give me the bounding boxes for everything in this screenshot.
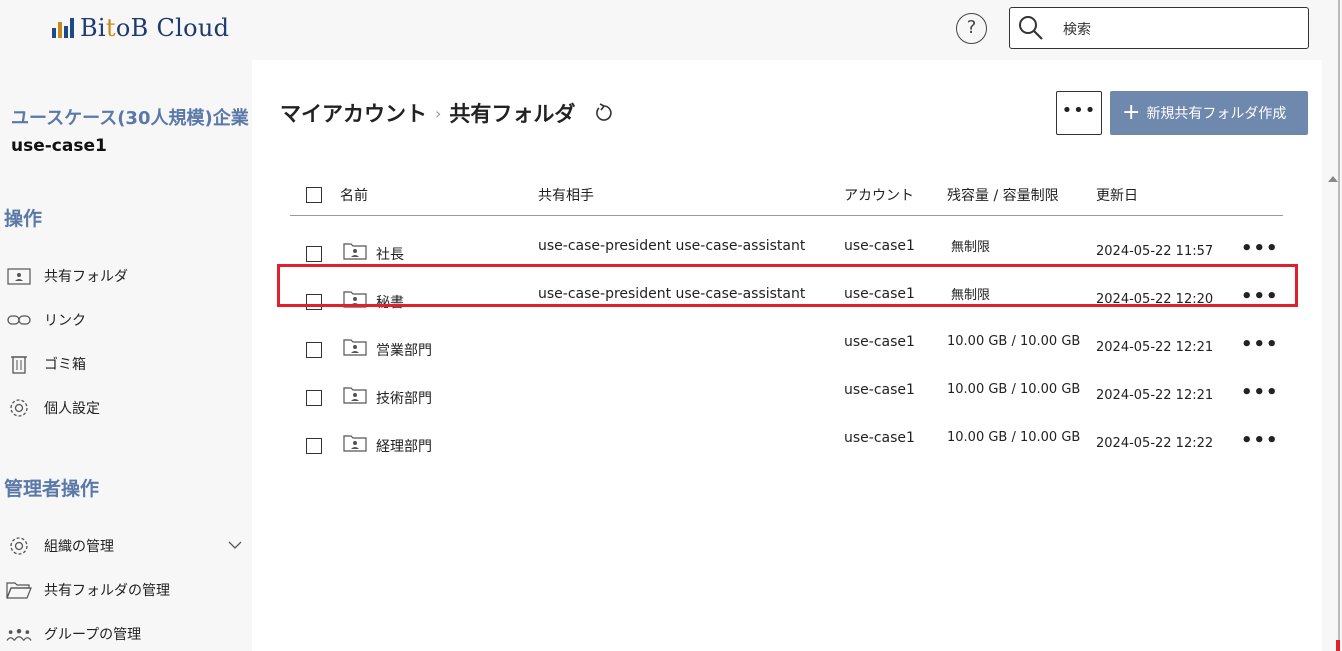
sidebar-item-shared-folder-management[interactable]: 共有フォルダの管理	[6, 577, 246, 603]
shared-with: use-case-president use-case-assistant	[538, 286, 806, 302]
quota-cell: 10.00 GB / 10.00 GB	[947, 382, 1081, 397]
row-checkbox[interactable]	[306, 246, 322, 262]
account-cell: use-case1	[844, 334, 915, 350]
row-more-options-button[interactable]: •••	[1241, 286, 1279, 307]
folder-name[interactable]: 技術部門	[376, 388, 432, 408]
search-icon	[1019, 16, 1043, 40]
breadcrumb-separator: ›	[435, 103, 442, 123]
new-shared-folder-button[interactable]: + 新規共有フォルダ作成	[1110, 91, 1308, 135]
new-shared-folder-label: 新規共有フォルダ作成	[1146, 106, 1287, 122]
sidebar-item-org-management[interactable]: 組織の管理	[6, 533, 246, 559]
page-title: 共有フォルダ	[449, 102, 576, 126]
main-content: マイアカウント › 共有フォルダ ••• + 新規共有フォルダ作成 名前 共有相…	[252, 60, 1330, 651]
edge-marker	[1336, 640, 1340, 651]
sidebar: ユースケース(30人規模)企業 use-case1 操作 共有フォルダ リンク …	[0, 60, 252, 651]
chevron-down-icon[interactable]	[228, 538, 242, 552]
account-cell: use-case1	[844, 430, 915, 446]
folder-open-icon	[6, 579, 32, 601]
table-row[interactable]: 経理部門 use-case1 10.00 GB / 10.00 GB 2024-05-…	[290, 420, 1283, 468]
column-header-quota[interactable]: 残容量 / 容量制限	[947, 185, 1059, 205]
folder-name[interactable]: 秘書	[376, 292, 404, 312]
trash-icon	[6, 353, 32, 375]
window-edge	[1338, 0, 1340, 651]
quota-cell: 10.00 GB / 10.00 GB	[947, 334, 1081, 349]
updated-cell: 2024-05-22 12:20	[1096, 292, 1214, 307]
quota-cell: 10.00 GB / 10.00 GB	[947, 430, 1081, 445]
table-header: 名前 共有相手 アカウント 残容量 / 容量制限 更新日	[290, 170, 1283, 216]
plus-icon: +	[1122, 100, 1141, 125]
folder-name[interactable]: 営業部門	[376, 340, 432, 360]
search-box[interactable]: 検索	[1009, 7, 1309, 49]
row-more-options-button[interactable]: •••	[1241, 334, 1279, 355]
sidebar-item-label: 共有フォルダの管理	[44, 583, 170, 599]
top-bar: BitoB Cloud ? 検索	[0, 0, 1342, 60]
sidebar-item-label: リンク	[44, 313, 86, 329]
sidebar-item-label: 個人設定	[44, 401, 100, 417]
sidebar-item-label: グループの管理	[44, 627, 142, 643]
account-cell: use-case1	[844, 238, 915, 254]
logo-mark-icon	[52, 18, 74, 38]
account-cell: use-case1	[844, 382, 915, 398]
shared-folder-icon	[6, 265, 32, 287]
column-header-name[interactable]: 名前	[340, 185, 368, 205]
row-checkbox[interactable]	[306, 390, 322, 406]
sidebar-item-label: ゴミ箱	[44, 357, 86, 373]
row-checkbox[interactable]	[306, 294, 322, 310]
sidebar-item-label: 共有フォルダ	[44, 269, 128, 285]
link-icon	[6, 309, 32, 331]
sidebar-item-label: 組織の管理	[44, 539, 114, 555]
table-row[interactable]: 社長 use-case-president use-case-assistant u…	[290, 228, 1283, 276]
sidebar-item-personal-settings[interactable]: 個人設定	[6, 395, 246, 421]
help-icon[interactable]: ?	[956, 13, 987, 44]
table-row[interactable]: 技術部門 use-case1 10.00 GB / 10.00 GB 2024-05-…	[290, 372, 1283, 420]
table-row[interactable]: 秘書 use-case-president use-case-assistant u…	[290, 276, 1283, 324]
search-input[interactable]: 検索	[1063, 19, 1091, 39]
quota-cell: 無制限	[951, 240, 991, 255]
updated-cell: 2024-05-22 12:21	[1096, 388, 1214, 403]
row-more-options-button[interactable]: •••	[1241, 238, 1279, 259]
shared-folder-icon	[343, 435, 367, 452]
account-cell: use-case1	[844, 286, 915, 302]
column-header-account[interactable]: アカウント	[844, 185, 914, 205]
gear-icon	[6, 535, 32, 557]
more-options-button[interactable]: •••	[1056, 91, 1102, 135]
row-checkbox[interactable]	[306, 342, 322, 358]
updated-cell: 2024-05-22 12:21	[1096, 340, 1214, 355]
row-more-options-button[interactable]: •••	[1241, 382, 1279, 403]
shared-folder-icon	[343, 243, 367, 260]
folder-name[interactable]: 経理部門	[376, 436, 432, 456]
shared-with: use-case-president use-case-assistant	[538, 238, 806, 254]
group-icon	[6, 623, 32, 645]
row-checkbox[interactable]	[306, 438, 322, 454]
sidebar-item-link[interactable]: リンク	[6, 307, 246, 333]
updated-cell: 2024-05-22 12:22	[1096, 436, 1214, 451]
sidebar-item-group-management[interactable]: グループの管理	[6, 621, 246, 647]
breadcrumb: マイアカウント › 共有フォルダ	[280, 98, 615, 128]
gear-icon	[6, 397, 32, 419]
shared-folder-icon	[343, 291, 367, 308]
sidebar-item-trash[interactable]: ゴミ箱	[6, 351, 246, 377]
logo-text: BitoB Cloud	[80, 14, 230, 42]
breadcrumb-my-account[interactable]: マイアカウント	[280, 98, 427, 128]
bitob-logo[interactable]: BitoB Cloud	[52, 14, 229, 42]
refresh-icon[interactable]	[593, 102, 615, 124]
quota-cell: 無制限	[951, 288, 991, 303]
folder-name[interactable]: 社長	[376, 244, 404, 264]
company-name: ユースケース(30人規模)企業	[11, 108, 249, 129]
section-title-admin: 管理者操作	[4, 478, 100, 500]
account-name: use-case1	[11, 136, 107, 156]
row-more-options-button[interactable]: •••	[1241, 430, 1279, 451]
column-header-updated[interactable]: 更新日	[1096, 185, 1138, 205]
select-all-checkbox[interactable]	[306, 187, 322, 203]
updated-cell: 2024-05-22 11:57	[1096, 244, 1214, 259]
scroll-up-arrow-icon[interactable]	[1328, 176, 1338, 182]
section-title-operations: 操作	[4, 208, 43, 230]
shared-folder-icon	[343, 339, 367, 356]
column-header-shared-with: 共有相手	[538, 188, 594, 204]
sidebar-item-shared-folder[interactable]: 共有フォルダ	[6, 263, 246, 289]
table-row[interactable]: 営業部門 use-case1 10.00 GB / 10.00 GB 2024-05-…	[290, 324, 1283, 372]
shared-folder-icon	[343, 387, 367, 404]
